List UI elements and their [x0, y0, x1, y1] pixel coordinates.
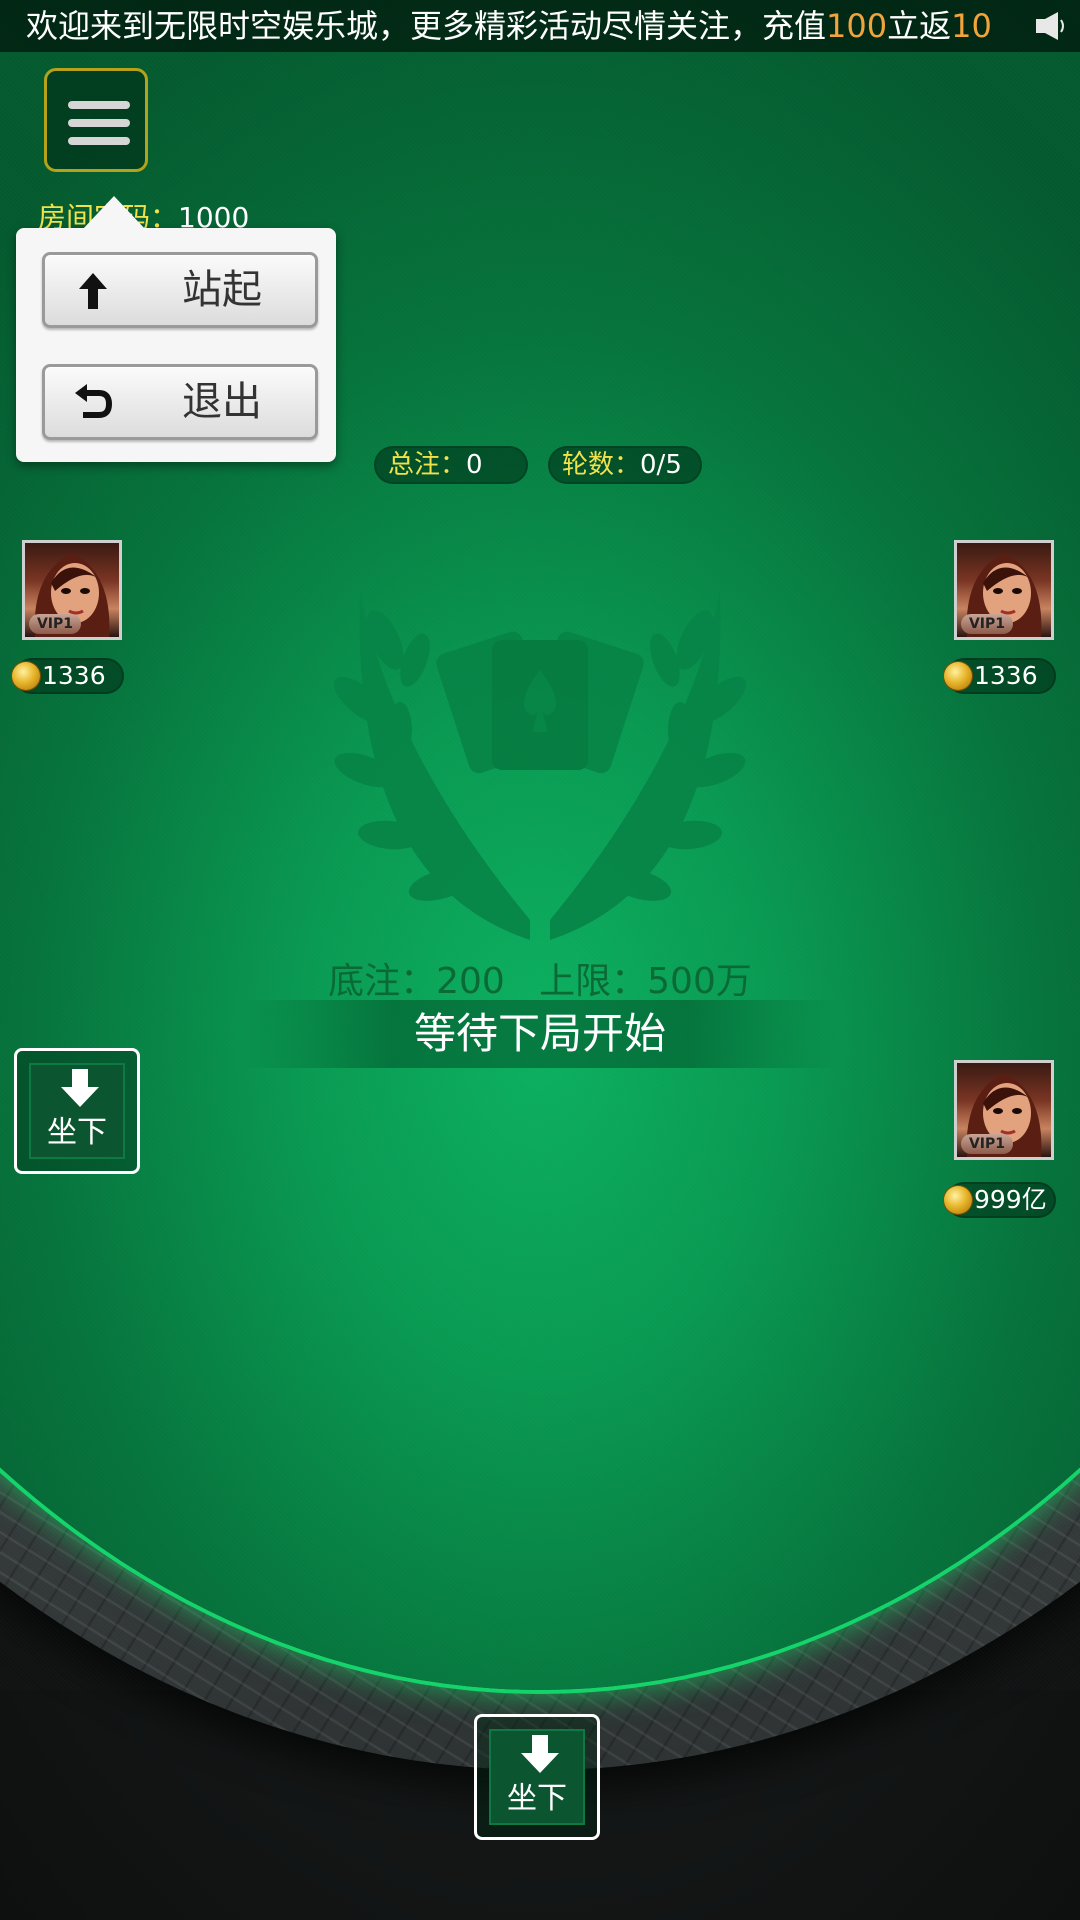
gold-coin-icon	[944, 1186, 972, 1214]
stand-up-label: 站起	[182, 267, 262, 313]
player-avatar[interactable]: VIP1	[954, 540, 1054, 640]
exit-label: 退出	[182, 379, 262, 425]
gold-coin-icon	[944, 662, 972, 690]
vip-badge: VIP1	[961, 614, 1013, 634]
player-coin-value: 1336	[42, 661, 106, 690]
announcement-marquee: 欢迎来到无限时空娱乐城，更多精彩活动尽情关注，充值100立返10	[0, 0, 1080, 52]
menu-button[interactable]	[44, 68, 148, 172]
player-avatar[interactable]: VIP1	[954, 1060, 1054, 1160]
player-coin-value: 999亿	[974, 1185, 1047, 1214]
gold-coin-icon	[12, 662, 40, 690]
marquee-text: 欢迎来到无限时空娱乐城，更多精彩活动尽情关注，充值100立返10	[26, 0, 992, 52]
table-limits-text: 底注：200 上限：500万	[328, 961, 752, 1002]
player-coin-value: 1336	[974, 661, 1038, 690]
vip-badge: VIP1	[961, 1134, 1013, 1154]
player-coins: 999亿	[944, 1182, 1056, 1218]
sit-down-button[interactable]: 坐下	[474, 1714, 600, 1840]
player-avatar[interactable]: VIP1	[22, 540, 122, 640]
arrow-up-icon	[79, 273, 107, 309]
hamburger-icon	[68, 101, 130, 109]
game-table-screen: 欢迎来到无限时空娱乐城，更多精彩活动尽情关注，充值100立返10 房间密码：10…	[0, 0, 1080, 1920]
stand-up-button[interactable]: 站起	[42, 252, 318, 328]
rounds-value: 0/5	[640, 450, 682, 480]
arrow-down-icon	[521, 1735, 559, 1773]
menu-popup: 站起 退出	[16, 196, 336, 462]
waiting-status-banner: 等待下局开始	[240, 1000, 840, 1068]
rounds-label: 轮数：	[562, 450, 641, 480]
laurel-cards-emblem-icon	[333, 590, 747, 940]
rounds-display: 轮数：0/5	[548, 446, 702, 484]
marquee-amount: 100	[826, 7, 888, 45]
vip-badge: VIP1	[29, 614, 81, 634]
total-bet-label: 总注：	[388, 450, 467, 480]
sit-down-label: 坐下	[507, 1781, 567, 1816]
arrow-down-icon	[61, 1069, 99, 1107]
sit-down-button[interactable]: 坐下	[14, 1048, 140, 1174]
total-bet-value: 0	[466, 450, 483, 480]
sit-down-label: 坐下	[47, 1115, 107, 1150]
speaker-icon[interactable]	[1034, 10, 1068, 42]
player-coins: 1336	[12, 658, 124, 694]
marquee-text-part: 立返	[887, 7, 952, 45]
total-bet-display: 总注：0	[374, 446, 528, 484]
exit-button[interactable]: 退出	[42, 364, 318, 440]
marquee-amount: 10	[951, 7, 992, 45]
player-coins: 1336	[944, 658, 1056, 694]
marquee-text-part: 欢迎来到无限时空娱乐城，更多精彩活动尽情关注，充值	[26, 7, 827, 45]
return-icon	[75, 384, 113, 418]
